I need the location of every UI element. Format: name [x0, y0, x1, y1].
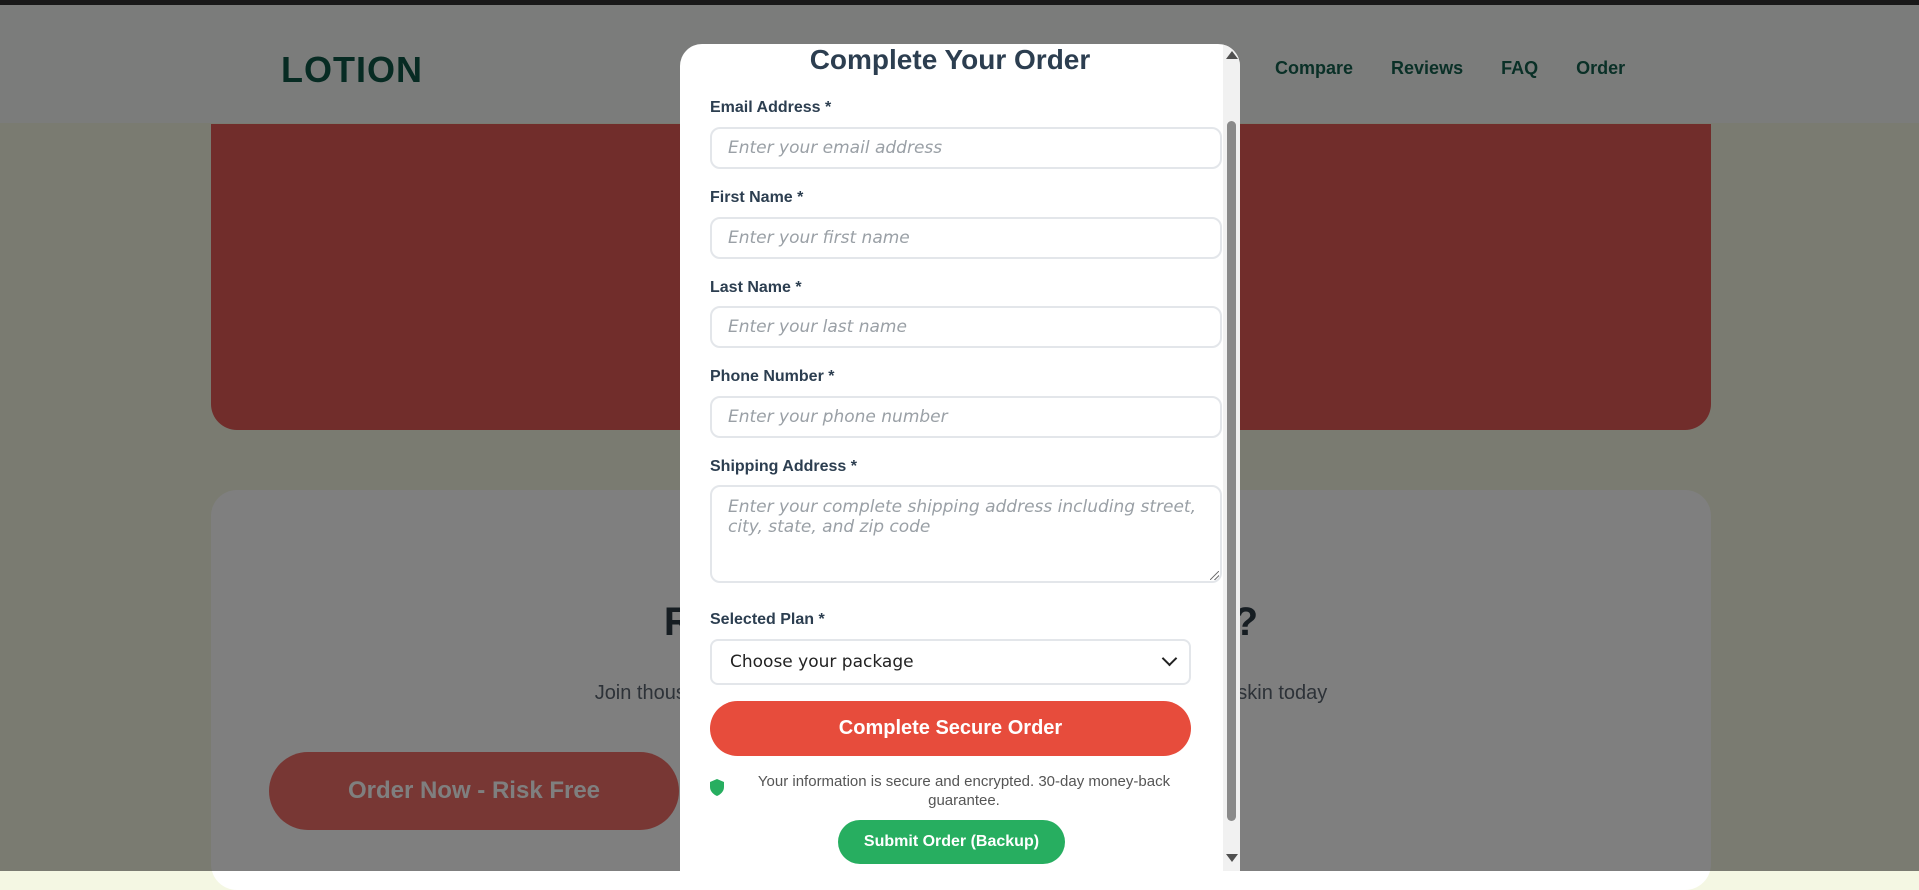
- chevron-down-icon: [1161, 650, 1178, 667]
- scroll-down-arrow-icon[interactable]: [1226, 854, 1238, 862]
- phone-label: Phone Number *: [710, 368, 835, 385]
- plan-select[interactable]: Choose your package: [710, 639, 1191, 685]
- email-label: Email Address *: [710, 99, 832, 116]
- plan-label: Selected Plan *: [710, 611, 825, 628]
- submit-order-backup-button[interactable]: Submit Order (Backup): [838, 820, 1065, 864]
- phone-field[interactable]: [710, 396, 1222, 438]
- last-name-field[interactable]: [710, 306, 1222, 348]
- address-label: Shipping Address *: [710, 458, 857, 475]
- modal-scrollbar[interactable]: [1223, 44, 1240, 871]
- textarea-resize-handle[interactable]: [1210, 571, 1219, 580]
- first-name-label: First Name *: [710, 189, 804, 206]
- modal-title: Complete Your Order: [809, 44, 1091, 75]
- order-modal: Complete Your Order Email Address * Firs…: [680, 44, 1240, 871]
- complete-order-button[interactable]: Complete Secure Order: [710, 701, 1191, 756]
- last-name-label: Last Name *: [710, 279, 802, 296]
- scrollbar-thumb[interactable]: [1227, 121, 1236, 821]
- shield-icon: [710, 779, 724, 796]
- plan-select-value: Choose your package: [730, 652, 914, 672]
- first-name-field[interactable]: [710, 217, 1222, 259]
- security-note-text: Your information is secure and encrypted…: [757, 773, 1171, 809]
- shipping-address-field[interactable]: [710, 485, 1222, 583]
- email-field[interactable]: [710, 127, 1222, 169]
- scroll-up-arrow-icon[interactable]: [1226, 51, 1238, 59]
